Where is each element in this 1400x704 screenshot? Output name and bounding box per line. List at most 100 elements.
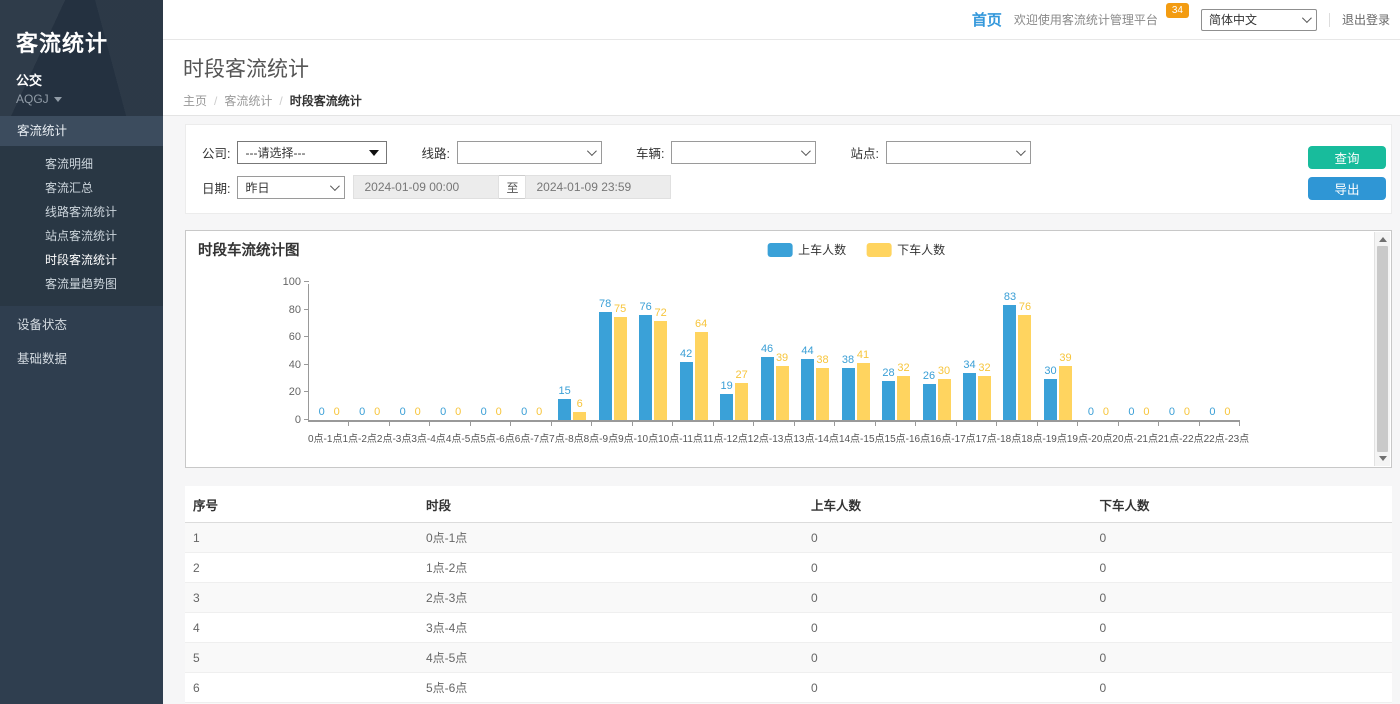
bar-下车人数-16点-17点[interactable]: 32 [978,376,991,420]
chart-x-labels: 0点-1点1点-2点2点-3点3点-4点4点-5点5点-6点6点-7点7点-8点… [308,430,1240,445]
bar-上车人数-12点-13点[interactable]: 44 [801,359,814,420]
table-cell: 0 [803,553,1091,583]
org-selector[interactable]: AQGJ [16,92,163,106]
chart-group-2点-3点: 00 [390,282,430,420]
bar-value: 15 [559,385,571,397]
table-row-5[interactable]: 54点-5点00 [185,643,1392,673]
bar-下车人数-8点-9点[interactable]: 72 [654,321,667,420]
table-row-1[interactable]: 10点-1点00 [185,523,1392,553]
bar-上车人数-11点-12点[interactable]: 46 [761,357,774,420]
home-link[interactable]: 首页 [972,9,1002,30]
bar-上车人数-6点-7点[interactable]: 15 [558,399,571,420]
bar-下车人数-18点-19点[interactable]: 39 [1059,366,1072,420]
sidebar-item-客流汇总[interactable]: 客流汇总 [0,176,163,200]
date-preset-select[interactable]: 昨日 [237,176,345,199]
bar-上车人数-17点-18点[interactable]: 83 [1003,305,1016,420]
page-title: 时段客流统计 [183,53,1400,83]
table-cell: 0 [1091,613,1392,643]
line-filter: 线路: [421,141,601,164]
topbar: 首页 欢迎使用客流统计管理平台 34 简体中文 退出登录 [163,0,1400,40]
chevron-down-icon [587,146,597,156]
table-cell: 0 [803,523,1091,553]
table-row-6[interactable]: 65点-6点00 [185,673,1392,703]
sidebar-item-客流量趋势图[interactable]: 客流量趋势图 [0,272,163,296]
scroll-down-icon[interactable] [1379,456,1387,461]
legend-item-上车人数[interactable]: 上车人数 [767,241,846,258]
bar-下车人数-13点-14点[interactable]: 41 [857,363,870,420]
bar-value: 34 [963,359,975,371]
notification-badge[interactable]: 34 [1166,3,1189,18]
bar-value: 42 [680,348,692,360]
scroll-up-icon[interactable] [1379,237,1387,242]
table-cell: 0 [1091,523,1392,553]
station-select[interactable] [886,141,1031,164]
bar-上车人数-15点-16点[interactable]: 26 [923,384,936,420]
bar-上车人数-9点-10点[interactable]: 42 [680,362,693,420]
bar-上车人数-8点-9点[interactable]: 76 [639,315,652,420]
sidebar-item-客流明细[interactable]: 客流明细 [0,152,163,176]
company-filter: 公司: ---请选择--- [202,141,387,164]
bar-上车人数-10点-11点[interactable]: 19 [720,394,733,420]
column-header-alighting: 下车人数 [1091,486,1392,523]
chart-group-4点-5点: 00 [471,282,511,420]
bar-上车人数-18点-19点[interactable]: 30 [1044,379,1057,420]
table-row-3[interactable]: 32点-3点00 [185,583,1392,613]
language-select[interactable]: 简体中文 [1201,9,1317,31]
company-select[interactable]: ---请选择--- [237,141,387,164]
legend-label: 下车人数 [897,241,945,258]
x-axis-label-7点-8点: 7点-8点 [549,430,583,445]
breadcrumb-home[interactable]: 主页 [183,92,207,109]
line-select[interactable] [457,141,602,164]
sidebar-item-线路客流统计[interactable]: 线路客流统计 [0,200,163,224]
bar-上车人数-14点-15点[interactable]: 28 [882,381,895,420]
date-to-input[interactable]: 2024-01-09 23:59 [525,175,671,199]
bar-下车人数-10点-11点[interactable]: 27 [735,383,748,420]
bar-上车人数-13点-14点[interactable]: 38 [842,368,855,420]
table-cell: 0 [803,583,1091,613]
export-button[interactable]: 导出 [1308,177,1386,200]
vehicle-select[interactable] [671,141,816,164]
x-axis-label-19点-20点: 19点-20点 [1067,430,1113,445]
chart-group-0点-1点: 00 [309,282,349,420]
table-cell: 4 [185,613,418,643]
x-axis-label-15点-16点: 15点-16点 [885,430,931,445]
breadcrumb-separator: / [279,94,282,108]
breadcrumb-passenger-stats[interactable]: 客流统计 [224,92,272,109]
station-label: 站点: [850,143,878,162]
bar-下车人数-11点-12点[interactable]: 39 [776,366,789,420]
bar-value: 78 [599,298,611,310]
bar-下车人数-14点-15点[interactable]: 32 [897,376,910,420]
org-label: AQGJ [16,92,49,106]
table-cell: 3点-4点 [418,613,803,643]
bar-value: 75 [614,303,626,315]
x-axis-label-12点-13点: 12点-13点 [748,430,794,445]
bar-下车人数-9点-10点[interactable]: 64 [695,332,708,420]
legend-item-下车人数[interactable]: 下车人数 [866,241,945,258]
bar-下车人数-7点-8点[interactable]: 75 [614,317,627,421]
filter-row-1: 公司: ---请选择--- 线路: 车辆: [202,141,1291,164]
sidebar-item-站点客流统计[interactable]: 站点客流统计 [0,224,163,248]
sidebar-item-base-data[interactable]: 基础数据 [0,342,163,376]
bar-下车人数-15点-16点[interactable]: 30 [938,379,951,420]
bar-上车人数-7点-8点[interactable]: 78 [599,312,612,420]
logout-link[interactable]: 退出登录 [1342,11,1390,28]
table-row-4[interactable]: 43点-4点00 [185,613,1392,643]
triangle-down-icon [369,150,379,156]
date-from-input[interactable]: 2024-01-09 00:00 [353,175,499,199]
chart-scrollbar[interactable] [1374,232,1390,466]
bar-上车人数-16点-17点[interactable]: 34 [963,373,976,420]
table-row-2[interactable]: 21点-2点00 [185,553,1392,583]
breadcrumb-current: 时段客流统计 [290,92,362,109]
scrollbar-thumb[interactable] [1377,246,1388,452]
search-button[interactable]: 查询 [1308,146,1386,169]
chart-title: 时段车流统计图 [198,239,300,260]
bar-value: 30 [1044,365,1056,377]
sidebar-section-passenger-stats[interactable]: 客流统计 [0,116,163,146]
bar-下车人数-6点-7点[interactable]: 6 [573,412,586,420]
bar-value: 44 [801,345,813,357]
bar-下车人数-17点-18点[interactable]: 76 [1018,315,1031,420]
sidebar-item-时段客流统计[interactable]: 时段客流统计 [0,248,163,272]
bar-下车人数-12点-13点[interactable]: 38 [816,368,829,420]
table-cell: 4点-5点 [418,643,803,673]
sidebar-item-device-status[interactable]: 设备状态 [0,308,163,342]
